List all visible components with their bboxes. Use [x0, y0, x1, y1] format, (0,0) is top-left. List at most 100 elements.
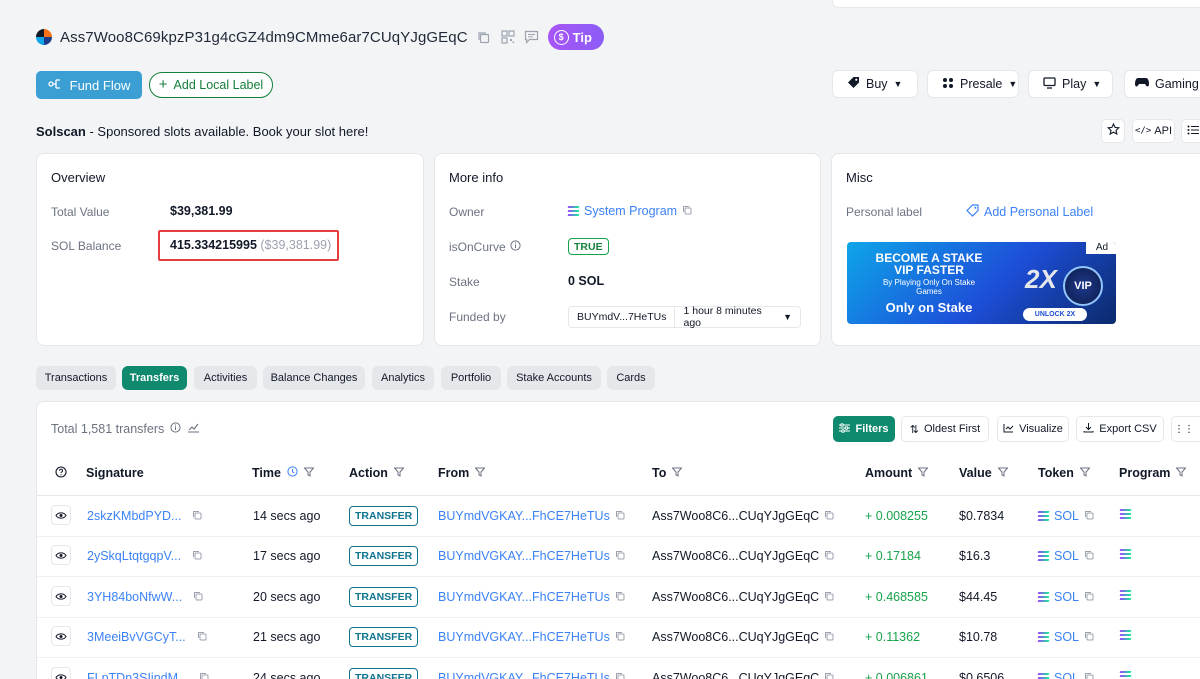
tab-portfolio[interactable]: Portfolio — [441, 366, 501, 390]
tab-transactions[interactable]: Transactions — [36, 366, 116, 390]
nav-gaming-dropdown[interactable]: Gaming — [1124, 70, 1200, 98]
signature-link[interactable]: 2ySkqLtqtgqpV... — [87, 549, 181, 563]
info-icon[interactable] — [170, 422, 181, 436]
nav-buy-dropdown[interactable]: Buy ▼ — [832, 70, 918, 98]
copy-icon[interactable] — [824, 671, 834, 679]
chart-icon[interactable] — [187, 422, 200, 436]
from-link[interactable]: BUYmdVGKAY...FhCE7HeTUs — [438, 549, 610, 563]
copy-icon[interactable] — [615, 549, 625, 563]
copy-icon[interactable] — [824, 630, 834, 644]
tab-cards[interactable]: Cards — [607, 366, 655, 390]
copy-icon[interactable] — [1084, 671, 1094, 679]
export-csv-button[interactable]: Export CSV — [1076, 416, 1164, 442]
columns-button[interactable]: ⋮⋮ ▼ — [1171, 416, 1200, 442]
filter-icon[interactable] — [475, 466, 486, 480]
filter-icon[interactable] — [997, 466, 1008, 480]
copy-icon[interactable] — [1084, 630, 1094, 644]
filter-icon[interactable] — [1176, 466, 1187, 480]
tab-activities[interactable]: Activities — [194, 366, 257, 390]
col-from[interactable]: From — [438, 466, 486, 480]
copy-icon[interactable] — [615, 671, 625, 679]
token-link[interactable]: SOL — [1054, 671, 1079, 679]
copy-icon[interactable] — [824, 549, 834, 563]
to-address[interactable]: Ass7Woo8C6...CUqYJgGEqC — [652, 509, 819, 523]
program-cell[interactable] — [1119, 671, 1132, 679]
token-link[interactable]: SOL — [1054, 549, 1079, 563]
program-cell[interactable] — [1119, 630, 1132, 640]
filter-icon[interactable] — [303, 466, 314, 480]
copy-icon[interactable] — [197, 630, 207, 644]
from-link[interactable]: BUYmdVGKAY...FhCE7HeTUs — [438, 590, 610, 604]
signature-link[interactable]: 3YH84boNfwW... — [87, 590, 182, 604]
to-address[interactable]: Ass7Woo8C6...CUqYJgGEqC — [652, 630, 819, 644]
col-token[interactable]: Token — [1038, 466, 1090, 480]
token-link[interactable]: SOL — [1054, 590, 1079, 604]
owner-link[interactable]: System Program — [567, 204, 692, 218]
col-to[interactable]: To — [652, 466, 683, 480]
add-local-label-button[interactable]: + Add Local Label — [149, 72, 273, 98]
filter-icon[interactable] — [1079, 466, 1090, 480]
funded-by-address[interactable]: BUYmdV...7HeTUs — [569, 307, 676, 327]
signature-link[interactable]: 2skzKMbdPYD... — [87, 509, 181, 523]
filters-button[interactable]: Filters — [833, 416, 895, 442]
favorite-button[interactable] — [1101, 119, 1125, 143]
program-cell[interactable] — [1119, 509, 1132, 519]
copy-icon[interactable] — [1084, 509, 1094, 523]
tab-analytics[interactable]: Analytics — [372, 366, 434, 390]
filter-icon[interactable] — [672, 466, 683, 480]
message-icon[interactable] — [524, 29, 540, 45]
to-address[interactable]: Ass7Woo8C6...CUqYJgGEqC — [652, 590, 819, 604]
from-link[interactable]: BUYmdVGKAY...FhCE7HeTUs — [438, 509, 610, 523]
info-icon[interactable] — [510, 240, 521, 254]
nav-presale-dropdown[interactable]: Presale ▼ — [927, 70, 1019, 98]
eye-icon[interactable] — [51, 545, 71, 565]
col-amount[interactable]: Amount — [865, 466, 929, 480]
list-menu-button[interactable] — [1181, 119, 1200, 143]
filter-icon[interactable] — [918, 466, 929, 480]
to-address[interactable]: Ass7Woo8C6...CUqYJgGEqC — [652, 671, 819, 679]
top-search-box[interactable] — [832, 0, 1200, 8]
copy-icon[interactable] — [682, 204, 692, 218]
copy-icon[interactable] — [192, 509, 202, 523]
help-icon[interactable] — [55, 466, 67, 478]
copy-icon[interactable] — [1084, 549, 1094, 563]
visualize-button[interactable]: Visualize — [997, 416, 1069, 442]
signature-link[interactable]: FLpTDn3SIjndM... — [87, 671, 188, 679]
oldest-first-button[interactable]: ⇅ Oldest First — [901, 416, 989, 442]
add-personal-label-link[interactable]: Add Personal Label — [966, 204, 1093, 220]
copy-icon[interactable] — [824, 590, 834, 604]
program-cell[interactable] — [1119, 590, 1132, 600]
qr-code-icon[interactable] — [500, 29, 516, 45]
col-value[interactable]: Value — [959, 466, 1008, 480]
tab-stake-accounts[interactable]: Stake Accounts — [507, 366, 601, 390]
copy-icon[interactable] — [192, 549, 202, 563]
tab-transfers[interactable]: Transfers — [122, 366, 187, 390]
tip-button[interactable]: $ Tip — [547, 24, 604, 50]
fund-flow-button[interactable]: Fund Flow — [36, 71, 142, 99]
nav-play-dropdown[interactable]: Play ▼ — [1028, 70, 1113, 98]
api-button[interactable]: </> API — [1132, 119, 1175, 143]
token-link[interactable]: SOL — [1054, 630, 1079, 644]
signature-link[interactable]: 3MeeiBvVGCyT... — [87, 630, 186, 644]
from-link[interactable]: BUYmdVGKAY...FhCE7HeTUs — [438, 671, 610, 679]
copy-icon[interactable] — [615, 630, 625, 644]
eye-icon[interactable] — [51, 586, 71, 606]
tab-balance-changes[interactable]: Balance Changes — [263, 366, 365, 390]
sponsored-banner[interactable]: Solscan - Sponsored slots available. Boo… — [36, 124, 368, 139]
copy-icon[interactable] — [1084, 590, 1094, 604]
program-cell[interactable] — [1119, 549, 1132, 559]
to-address[interactable]: Ass7Woo8C6...CUqYJgGEqC — [652, 549, 819, 563]
copy-icon[interactable] — [615, 509, 625, 523]
stake-ad-banner[interactable]: Ad BECOME A STAKE VIP FASTER By Playing … — [847, 242, 1116, 324]
col-action[interactable]: Action — [349, 466, 404, 480]
copy-icon[interactable] — [615, 590, 625, 604]
token-link[interactable]: SOL — [1054, 509, 1079, 523]
copy-icon[interactable] — [193, 590, 203, 604]
col-program[interactable]: Program — [1119, 466, 1187, 480]
from-link[interactable]: BUYmdVGKAY...FhCE7HeTUs — [438, 630, 610, 644]
copy-icon[interactable] — [199, 671, 209, 679]
eye-icon[interactable] — [51, 505, 71, 525]
copy-icon[interactable] — [476, 29, 492, 45]
filter-icon[interactable] — [393, 466, 404, 480]
eye-icon[interactable] — [51, 667, 71, 679]
